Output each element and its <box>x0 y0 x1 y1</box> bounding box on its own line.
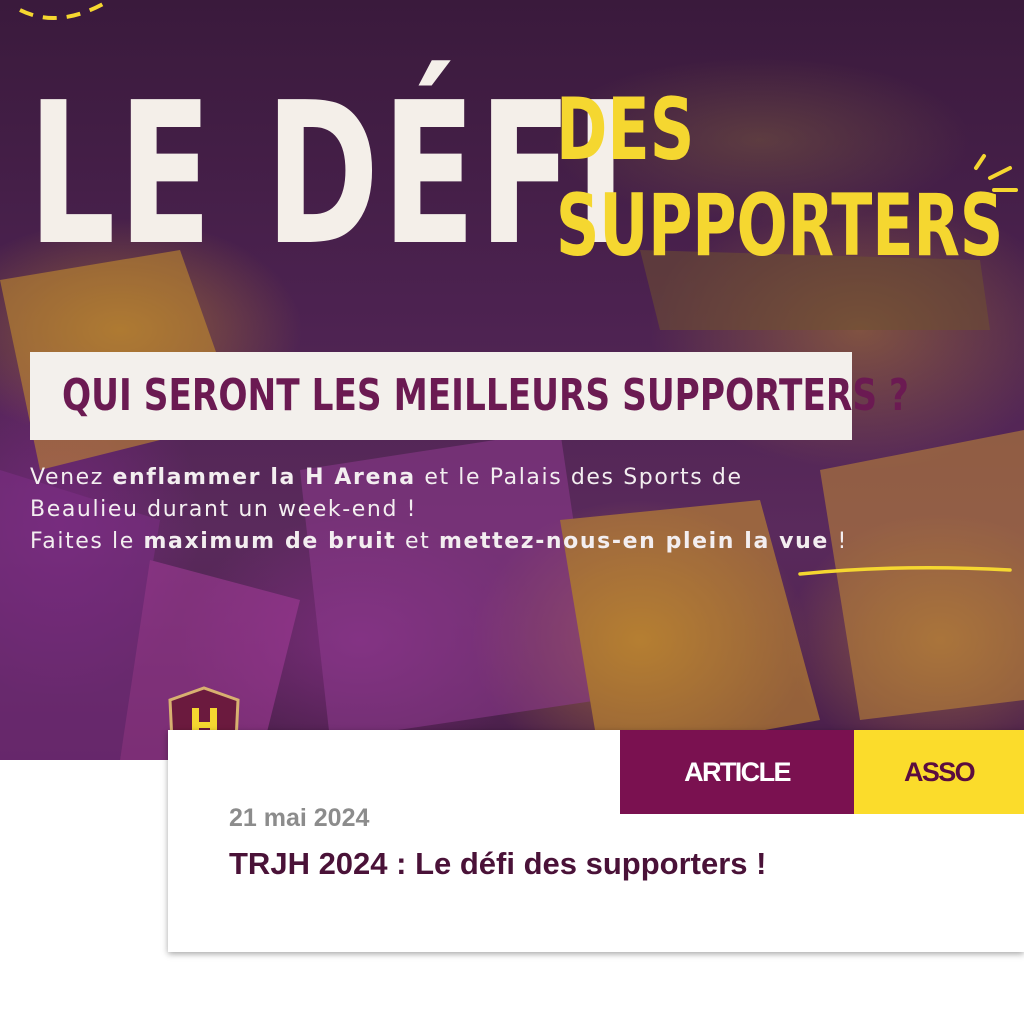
article-title-link[interactable]: TRJH 2024 : Le défi des supporters ! <box>229 846 766 882</box>
hero-title-supporters: SUPPORTERS <box>556 176 1004 276</box>
promo-text: Venez enflammer la H Arena et le Palais … <box>30 465 848 554</box>
article-date: 21 mai 2024 <box>229 804 370 832</box>
sparkle-rays-icon <box>974 154 1018 192</box>
hero-banner-image[interactable]: LE DÉFI DES SUPPORTERS QUI SERONT LES ME… <box>0 0 1024 760</box>
dashed-circle-decoration <box>19 0 112 20</box>
hero-title-le-defi: LE DÉFI <box>28 61 629 289</box>
question-text: QUI SERONT LES MEILLEURS SUPPORTERS ? <box>62 370 909 421</box>
yellow-underline-decoration <box>798 566 1012 576</box>
tag-asso[interactable]: ASSO <box>854 730 1024 814</box>
hero-title-des: DES <box>556 80 695 180</box>
tag-article[interactable]: ARTICLE <box>620 730 854 814</box>
